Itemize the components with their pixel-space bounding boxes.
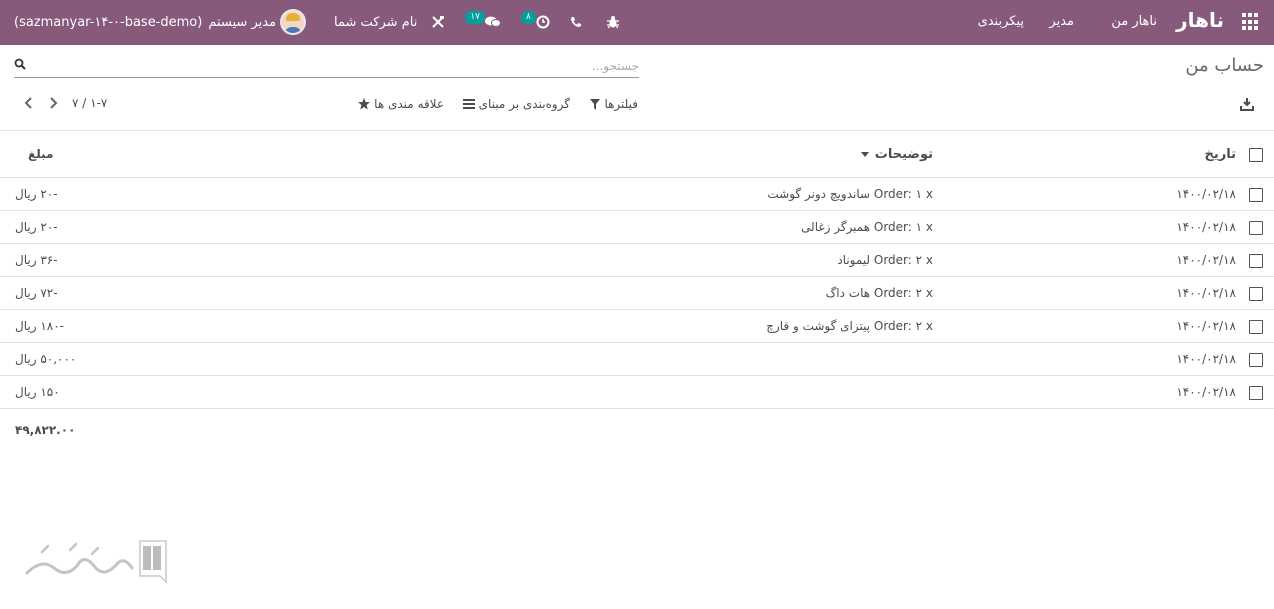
pager-text[interactable]: ۷ / ۱-۷ [72,96,107,110]
row-checkbox[interactable] [1249,320,1263,334]
table-row[interactable]: ۱۴۰۰/۰۲/۱۸ Order: ۲ x لیموناد -۳۶ ریال [0,244,1274,277]
row-checkbox[interactable] [1249,386,1263,400]
groupby-label: گروه‌بندی بر مبنای [478,97,570,111]
row-checkbox[interactable] [1249,254,1263,268]
cell-description: Order: ۱ x همبرگر زغالی [801,220,933,234]
bug-icon[interactable] [606,12,620,32]
sort-down-icon [860,152,869,157]
groupby-button[interactable]: گروه‌بندی بر مبنای [462,97,570,111]
header-description-label: توضیحات [874,147,933,162]
pager-value[interactable]: ۱-۷ [90,96,107,110]
database-name[interactable]: (sazmanyar-۱۴-۰-base-demo) [14,15,202,30]
cell-amount: ۵۰,۰۰۰ ریال [15,352,77,366]
cell-amount: ۱۵۰ ریال [15,385,60,399]
favorites-label: علاقه مندی ها [374,97,444,111]
cell-amount: -۱۸۰ ریال [15,319,65,333]
pager-next-icon[interactable] [46,95,62,111]
filters-label: فیلترها [604,97,638,111]
table-row[interactable]: ۱۴۰۰/۰۲/۱۸ Order: ۱ x ساندویچ دونر گوشت … [0,178,1274,211]
avatar[interactable] [280,9,307,35]
chat-icon[interactable] [484,12,501,32]
cell-description: Order: ۲ x پیتزای گوشت و قارچ [766,319,933,333]
header-description[interactable]: توضیحات [860,147,933,162]
amount-total: ۴۹,۸۲۲.۰۰ [15,423,76,437]
table-row[interactable]: ۱۴۰۰/۰۲/۱۸ Order: ۱ x همبرگر زغالی -۲۰ ر… [0,211,1274,244]
cell-date: ۱۴۰۰/۰۲/۱۸ [1176,253,1236,267]
cell-amount: -۷۲ ریال [15,286,58,300]
cell-date: ۱۴۰۰/۰۲/۱۸ [1176,187,1236,201]
tools-icon[interactable] [431,12,445,32]
cell-description: Order: ۲ x هات داگ [825,286,933,300]
header-date[interactable]: تاریخ [1205,147,1237,162]
cell-date: ۱۴۰۰/۰۲/۱۸ [1176,220,1236,234]
cell-amount: -۲۰ ریال [15,220,58,234]
list-table: تاریخ توضیحات مبلغ ۱۴۰۰/۰۲/۱۸ Order: ۱ x… [0,130,1274,409]
cell-date: ۱۴۰۰/۰۲/۱۸ [1176,352,1236,366]
select-all-checkbox[interactable] [1249,148,1263,162]
table-header: تاریخ توضیحات مبلغ [0,131,1274,178]
search-bar [14,56,639,78]
pager: ۷ / ۱-۷ [20,95,107,111]
cell-amount: -۲۰ ریال [15,187,58,201]
table-row[interactable]: ۱۴۰۰/۰۲/۱۸ ۵۰,۰۰۰ ریال [0,343,1274,376]
menu-my-lunch[interactable]: ناهار من [1111,14,1157,29]
pager-separator: / [82,96,87,110]
phone-icon[interactable] [570,12,582,32]
header-amount[interactable]: مبلغ [28,147,53,161]
top-navbar: ناهار ناهار من مدیر پیکربندی (sazmanyar-… [0,0,1274,45]
watermark-logo [25,540,167,584]
menu-configuration[interactable]: پیکربندی [978,14,1024,29]
apps-grid-icon[interactable] [1242,13,1260,31]
table-row[interactable]: ۱۴۰۰/۰۲/۱۸ Order: ۲ x هات داگ -۷۲ ریال [0,277,1274,310]
page-title: حساب من [1185,55,1264,76]
row-checkbox[interactable] [1249,188,1263,202]
table-row[interactable]: ۱۴۰۰/۰۲/۱۸ ۱۵۰ ریال [0,376,1274,409]
filters-button[interactable]: فیلترها [590,97,638,111]
favorites-button[interactable]: علاقه مندی ها [358,97,444,111]
download-icon[interactable] [1240,97,1254,111]
messages-badge: ۱۷ [465,10,485,24]
user-name[interactable]: مدیر سیستم [208,15,276,30]
cell-amount: -۳۶ ریال [15,253,58,267]
menu-manager[interactable]: مدیر [1049,14,1074,29]
systray: (sazmanyar-۱۴-۰-base-demo) مدیر سیستم نا… [14,7,620,37]
cell-date: ۱۴۰۰/۰۲/۱۸ [1176,385,1236,399]
cell-date: ۱۴۰۰/۰۲/۱۸ [1176,286,1236,300]
search-icon[interactable] [14,58,26,70]
star-icon [358,98,371,110]
company-switcher[interactable]: نام شرکت شما [334,15,417,30]
clock-icon[interactable] [536,12,550,32]
cell-description: Order: ۲ x لیموناد [837,253,933,267]
filter-icon [590,98,601,110]
row-checkbox[interactable] [1249,221,1263,235]
row-checkbox[interactable] [1249,287,1263,301]
table-row[interactable]: ۱۴۰۰/۰۲/۱۸ Order: ۲ x پیتزای گوشت و قارچ… [0,310,1274,343]
app-brand[interactable]: ناهار [1176,8,1224,32]
list-icon [462,99,475,109]
pager-prev-icon[interactable] [20,95,36,111]
search-input[interactable] [49,56,639,76]
cell-description: Order: ۱ x ساندویچ دونر گوشت [767,187,933,201]
pager-total: ۷ [72,96,79,110]
cell-date: ۱۴۰۰/۰۲/۱۸ [1176,319,1236,333]
activities-badge: ۸ [520,10,536,24]
row-checkbox[interactable] [1249,353,1263,367]
